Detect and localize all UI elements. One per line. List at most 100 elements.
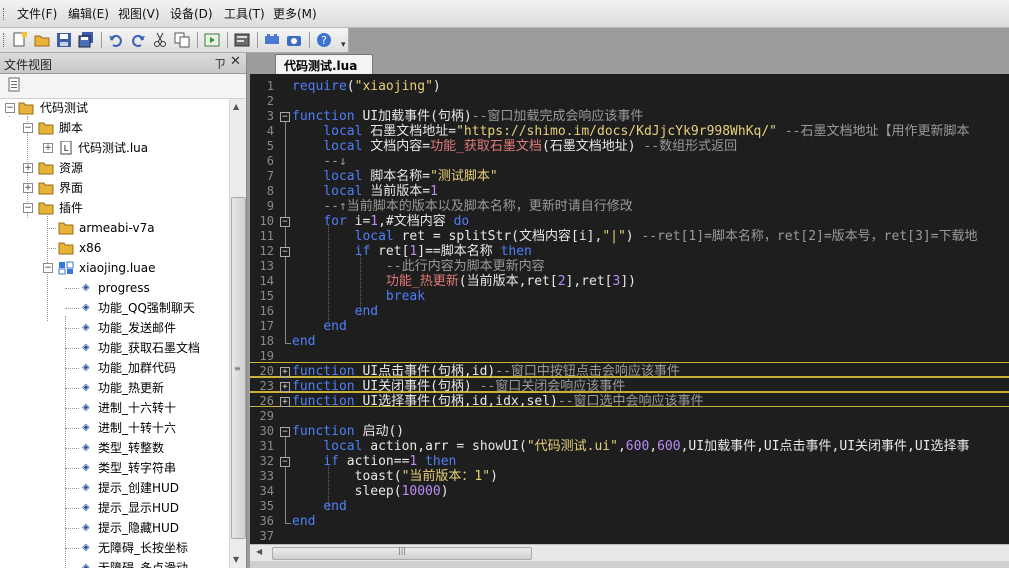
code-line[interactable]: --↑当前脚本的版本以及脚本名称，更新时请自行修改 bbox=[292, 199, 632, 214]
status-bar bbox=[250, 561, 1009, 568]
expand-fold-icon[interactable]: + bbox=[280, 397, 290, 407]
code-line[interactable]: --↓ bbox=[292, 154, 346, 169]
code-line[interactable]: for i=1,#文档内容 do bbox=[292, 214, 469, 229]
collapse-fold-icon[interactable]: − bbox=[280, 247, 290, 257]
tree-node-ui-folder[interactable]: + 界面 bbox=[0, 179, 229, 197]
code-line[interactable]: 功能_热更新(当前版本,ret[2],ret[3]) bbox=[292, 274, 636, 289]
code-line[interactable]: local 脚本名称="测试脚本" bbox=[292, 169, 497, 184]
code-line[interactable]: function UI关闭事件(句柄) --窗口关闭会响应该事件 bbox=[292, 379, 625, 394]
tree-node-function[interactable]: ◈ 提示_创建HUD bbox=[0, 479, 229, 497]
scroll-up-icon[interactable]: ▲ bbox=[233, 102, 239, 111]
code-line[interactable]: sleep(10000) bbox=[292, 484, 449, 499]
pin-icon[interactable]: ㄗ bbox=[214, 55, 226, 72]
menu-file[interactable]: 文件(F) bbox=[17, 6, 57, 22]
tree-node-function[interactable]: ◈ 功能_热更新 bbox=[0, 379, 229, 397]
tree-node-function[interactable]: ◈ 进制_十转十六 bbox=[0, 419, 229, 437]
scroll-down-icon[interactable]: ▼ bbox=[233, 555, 239, 564]
code-line[interactable]: function UI点击事件(句柄,id)--窗口中按钮点击会响应该事件 bbox=[292, 364, 680, 379]
code-line[interactable]: local 石墨文档地址="https://shimo.im/docs/KdJj… bbox=[292, 124, 969, 139]
tree-vertical-scrollbar[interactable]: ▲ ≡ ▼ bbox=[229, 99, 246, 568]
code-line[interactable]: local 文档内容=功能_获取石墨文档(石墨文档地址) --数组形式返回 bbox=[292, 139, 737, 154]
close-icon[interactable]: ✕ bbox=[230, 54, 241, 69]
file-list-icon[interactable] bbox=[6, 77, 22, 93]
tree-node-armeabi-folder[interactable]: armeabi-v7a bbox=[0, 219, 229, 237]
tree-node-plugin-folder[interactable]: − 插件 bbox=[0, 199, 229, 217]
menu-device[interactable]: 设备(D) bbox=[170, 6, 213, 22]
code-line[interactable]: local action,arr = showUI("代码测试.ui",600,… bbox=[292, 439, 969, 454]
code-line[interactable]: if ret[1]==脚本名称 then bbox=[292, 244, 532, 259]
function-icon: ◈ bbox=[82, 402, 90, 413]
collapse-icon[interactable]: − bbox=[23, 203, 33, 213]
collapse-icon[interactable]: − bbox=[5, 103, 15, 113]
tree-node-function[interactable]: ◈ 类型_转整数 bbox=[0, 439, 229, 457]
code-line[interactable]: end bbox=[292, 319, 346, 334]
menu-view[interactable]: 视图(V) bbox=[118, 6, 160, 22]
console-icon[interactable] bbox=[233, 31, 251, 49]
code-line[interactable]: end bbox=[292, 514, 315, 529]
tree-node-resource-folder[interactable]: + 资源 bbox=[0, 159, 229, 177]
collapse-icon[interactable]: − bbox=[43, 263, 53, 273]
code-line[interactable]: function UI选择事件(句柄,id,idx,sel)--窗口选中会响应该… bbox=[292, 394, 704, 409]
redo-icon[interactable] bbox=[129, 31, 147, 49]
expand-fold-icon[interactable]: + bbox=[280, 367, 290, 377]
tree-node-function[interactable]: ◈ 无障碍_长按坐标 bbox=[0, 539, 229, 557]
expand-icon[interactable]: + bbox=[43, 143, 53, 153]
code-line[interactable]: function 启动() bbox=[292, 424, 404, 439]
tree-node-function[interactable]: ◈ 进制_十六转十 bbox=[0, 399, 229, 417]
tree-node-function[interactable]: ◈ 无障碍_多点滑动 bbox=[0, 559, 229, 568]
expand-icon[interactable]: + bbox=[23, 163, 33, 173]
open-folder-icon[interactable] bbox=[33, 31, 51, 49]
tree-node-function[interactable]: ◈ progress bbox=[0, 279, 229, 297]
expand-icon[interactable]: + bbox=[23, 183, 33, 193]
expand-fold-icon[interactable]: + bbox=[280, 382, 290, 392]
menu-tools[interactable]: 工具(T) bbox=[224, 6, 265, 22]
tree-node-function[interactable]: ◈ 功能_加群代码 bbox=[0, 359, 229, 377]
screenshot-icon[interactable] bbox=[285, 31, 303, 49]
help-icon[interactable]: ? bbox=[315, 31, 333, 49]
save-icon[interactable] bbox=[55, 31, 73, 49]
tree-node-function[interactable]: ◈ 功能_QQ强制聊天 bbox=[0, 299, 229, 317]
save-all-icon[interactable] bbox=[77, 31, 95, 49]
undo-icon[interactable] bbox=[107, 31, 125, 49]
cut-icon[interactable] bbox=[151, 31, 169, 49]
tree-node-script-folder[interactable]: − 脚本 bbox=[0, 119, 229, 137]
tree-node-function[interactable]: ◈ 功能_发送邮件 bbox=[0, 319, 229, 337]
code-line[interactable]: end bbox=[292, 334, 315, 349]
code-line[interactable]: require("xiaojing") bbox=[292, 79, 441, 94]
code-line[interactable]: local ret = splitStr(文档内容[i],"|") --ret[… bbox=[292, 229, 978, 244]
code-line[interactable]: function UI加载事件(句柄)--窗口加载完成会响应该事件 bbox=[292, 109, 643, 124]
tree-node-function[interactable]: ◈ 功能_获取石墨文档 bbox=[0, 339, 229, 357]
code-editor[interactable]: 1 require("xiaojing") 2 3− function UI加载事件(句… bbox=[250, 74, 1009, 544]
menu-edit[interactable]: 编辑(E) bbox=[68, 6, 109, 22]
collapse-fold-icon[interactable]: − bbox=[280, 217, 290, 227]
code-line[interactable]: end bbox=[292, 304, 378, 319]
toolbar-overflow-icon[interactable]: ▾ bbox=[341, 40, 346, 50]
menu-more[interactable]: 更多(M) bbox=[273, 6, 317, 22]
scroll-left-icon[interactable]: ◀ bbox=[256, 547, 262, 556]
collapse-fold-icon[interactable]: − bbox=[280, 112, 290, 122]
new-file-icon[interactable] bbox=[11, 31, 29, 49]
menu-grip[interactable] bbox=[3, 8, 6, 20]
tree-node-lua-file[interactable]: + L 代码测试.lua bbox=[0, 139, 229, 157]
collapse-fold-icon[interactable]: − bbox=[280, 457, 290, 467]
tree-node-function[interactable]: ◈ 提示_隐藏HUD bbox=[0, 519, 229, 537]
code-line[interactable]: if action==1 then bbox=[292, 454, 456, 469]
collapse-icon[interactable]: − bbox=[23, 123, 33, 133]
editor-horizontal-scrollbar[interactable]: ◀ ||| bbox=[250, 544, 1009, 561]
tree-node-function[interactable]: ◈ 类型_转字符串 bbox=[0, 459, 229, 477]
tree-node-luae-file[interactable]: − xiaojing.luae bbox=[0, 259, 229, 277]
code-line[interactable]: break bbox=[292, 289, 425, 304]
copy-icon[interactable] bbox=[173, 31, 191, 49]
tree-node-x86-folder[interactable]: x86 bbox=[0, 239, 229, 257]
run-icon[interactable] bbox=[203, 31, 221, 49]
tree-node-root[interactable]: − 代码测试 bbox=[0, 99, 229, 117]
device-icon[interactable] bbox=[263, 31, 281, 49]
code-line[interactable]: local 当前版本=1 bbox=[292, 184, 438, 199]
code-line[interactable]: toast("当前版本：1") bbox=[292, 469, 498, 484]
tree-node-function[interactable]: ◈ 提示_显示HUD bbox=[0, 499, 229, 517]
collapse-fold-icon[interactable]: − bbox=[280, 427, 290, 437]
toolbar-grip[interactable] bbox=[3, 33, 6, 47]
tab-code-file[interactable]: 代码测试.lua bbox=[275, 54, 373, 74]
code-line[interactable]: --此行内容为脚本更新内容 bbox=[292, 259, 545, 274]
code-line[interactable]: end bbox=[292, 499, 346, 514]
